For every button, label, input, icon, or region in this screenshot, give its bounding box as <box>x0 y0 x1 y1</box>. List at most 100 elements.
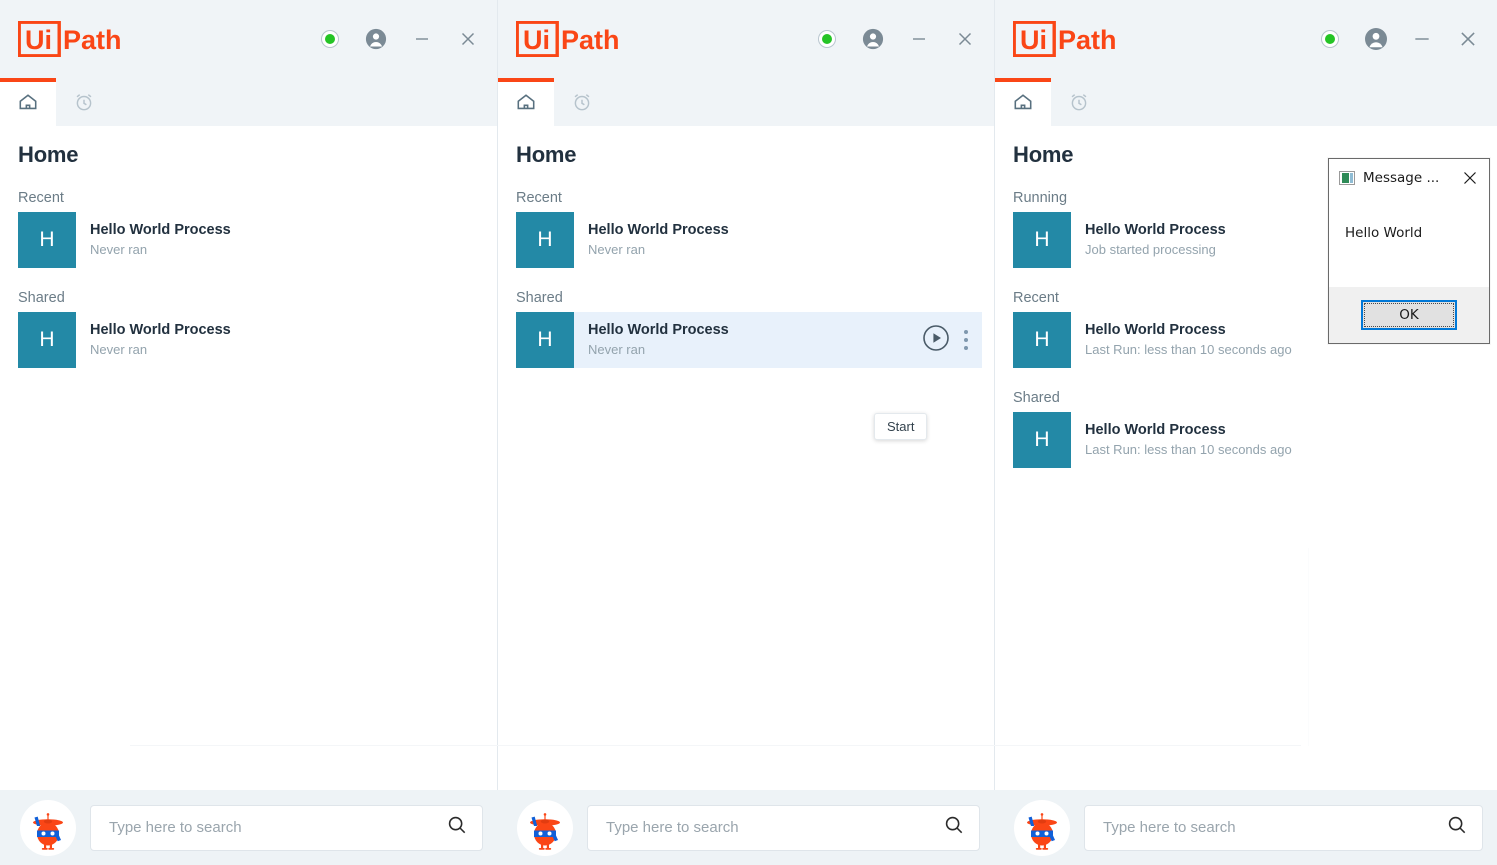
section-label-recent: Recent <box>18 190 64 206</box>
uipath-logo: Ui Path <box>1013 19 1121 59</box>
search-icon[interactable] <box>446 814 468 841</box>
process-row[interactable]: H Hello World Process Never ran <box>18 212 485 268</box>
svg-text:Ui: Ui <box>25 25 52 55</box>
home-icon <box>515 91 537 113</box>
dialog-title: Message ... <box>1363 170 1440 186</box>
home-icon <box>17 91 39 113</box>
account-icon[interactable] <box>361 24 391 54</box>
processes-tab[interactable] <box>56 78 112 126</box>
process-name: Hello World Process <box>1085 322 1226 339</box>
close-button[interactable] <box>453 24 483 54</box>
process-status: Never ran <box>588 242 646 257</box>
panel-content: Home Recent H Hello World Process Never … <box>0 126 497 790</box>
process-name: Hello World Process <box>90 222 231 239</box>
panel-inner-divider <box>130 745 1301 746</box>
svg-text:Path: Path <box>561 25 620 55</box>
tabbar <box>0 78 497 126</box>
status-indicator[interactable] <box>812 24 842 54</box>
panel-inner-edge <box>1308 548 1309 746</box>
taskbar: Type here to search Type here to search … <box>0 790 1497 865</box>
assistant-window-right: Ui Path Home Running H Hello World Proce… <box>994 0 1497 790</box>
dialog-body: Hello World <box>1329 197 1489 289</box>
window-app-icon <box>1339 171 1355 185</box>
home-tab[interactable] <box>995 78 1051 126</box>
processes-tab[interactable] <box>554 78 610 126</box>
window-controls <box>315 0 483 78</box>
play-icon[interactable] <box>922 324 950 357</box>
more-options-icon[interactable] <box>964 330 968 350</box>
svg-text:Ui: Ui <box>523 25 550 55</box>
process-name: Hello World Process <box>588 222 729 239</box>
home-icon <box>1012 91 1034 113</box>
process-row-selected[interactable]: H Hello World Process Never ran <box>516 312 982 368</box>
close-button[interactable] <box>1453 24 1483 54</box>
dialog-ok-button[interactable]: OK <box>1361 300 1457 330</box>
process-status: Never ran <box>90 242 148 257</box>
assistant-window-left: Ui Path Home Recent H Hello World Proces… <box>0 0 497 790</box>
account-icon[interactable] <box>858 24 888 54</box>
processes-tab[interactable] <box>1051 78 1107 126</box>
uipath-logo: Ui Path <box>18 19 126 59</box>
uipath-logo: Ui Path <box>516 19 624 59</box>
process-status: Last Run: less than 10 seconds ago <box>1085 442 1292 457</box>
process-row[interactable]: H Hello World Process Never ran <box>18 312 485 368</box>
alarm-clock-icon <box>1068 91 1090 113</box>
minimize-button[interactable] <box>407 24 437 54</box>
process-name: Hello World Process <box>588 322 729 339</box>
process-avatar: H <box>18 312 76 368</box>
search-box[interactable]: Type here to search <box>90 804 483 851</box>
taskbar-group-left: Type here to search <box>0 790 497 865</box>
search-box[interactable]: Type here to search <box>587 804 980 851</box>
minimize-button[interactable] <box>1407 24 1437 54</box>
process-row[interactable]: H Hello World Process Never ran <box>516 212 982 268</box>
status-indicator[interactable] <box>315 24 345 54</box>
account-icon[interactable] <box>1361 24 1391 54</box>
dialog-footer: OK <box>1329 287 1489 343</box>
section-label-shared: Shared <box>18 290 65 306</box>
status-indicator[interactable] <box>1315 24 1345 54</box>
home-tab[interactable] <box>498 78 554 126</box>
page-title: Home <box>18 142 79 167</box>
start-tooltip: Start <box>874 413 928 440</box>
tabbar <box>498 78 994 126</box>
process-status: Never ran <box>90 342 148 357</box>
section-label-recent: Recent <box>516 190 562 206</box>
alarm-clock-icon <box>73 91 95 113</box>
process-avatar: H <box>516 312 574 368</box>
process-name: Hello World Process <box>90 322 231 339</box>
uipath-robot-mascot[interactable] <box>1014 799 1070 856</box>
message-dialog: Message ... Hello World OK <box>1328 158 1490 344</box>
search-box[interactable]: Type here to search <box>1084 804 1483 851</box>
process-status: Job started processing <box>1085 242 1216 257</box>
process-row[interactable]: H Hello World Process Last Run: less tha… <box>1013 412 1485 468</box>
screen: Ui Path Home Recent H Hello World Proces… <box>0 0 1497 865</box>
process-avatar: H <box>1013 312 1071 368</box>
close-button[interactable] <box>950 24 980 54</box>
page-title: Home <box>516 142 577 167</box>
process-name: Hello World Process <box>1085 422 1226 439</box>
minimize-button[interactable] <box>904 24 934 54</box>
search-icon[interactable] <box>1446 814 1468 841</box>
search-input-placeholder[interactable]: Type here to search <box>109 819 446 836</box>
search-input-placeholder[interactable]: Type here to search <box>606 819 943 836</box>
tabbar <box>995 78 1497 126</box>
process-avatar: H <box>1013 212 1071 268</box>
search-icon[interactable] <box>943 814 965 841</box>
search-input-placeholder[interactable]: Type here to search <box>1103 819 1446 836</box>
svg-text:Ui: Ui <box>1020 25 1047 55</box>
process-status: Never ran <box>588 342 646 357</box>
uipath-robot-mascot[interactable] <box>20 799 76 856</box>
process-avatar: H <box>516 212 574 268</box>
dialog-close-button[interactable] <box>1459 167 1481 189</box>
process-avatar: H <box>18 212 76 268</box>
window-controls <box>812 0 980 78</box>
alarm-clock-icon <box>571 91 593 113</box>
process-status: Last Run: less than 10 seconds ago <box>1085 342 1292 357</box>
panel-content: Home Recent H Hello World Process Never … <box>498 126 994 790</box>
window-titlebar: Ui Path <box>0 0 497 78</box>
svg-text:Path: Path <box>63 25 122 55</box>
home-tab[interactable] <box>0 78 56 126</box>
uipath-robot-mascot[interactable] <box>517 799 573 856</box>
window-titlebar: Ui Path <box>498 0 994 78</box>
section-label-shared: Shared <box>516 290 563 306</box>
